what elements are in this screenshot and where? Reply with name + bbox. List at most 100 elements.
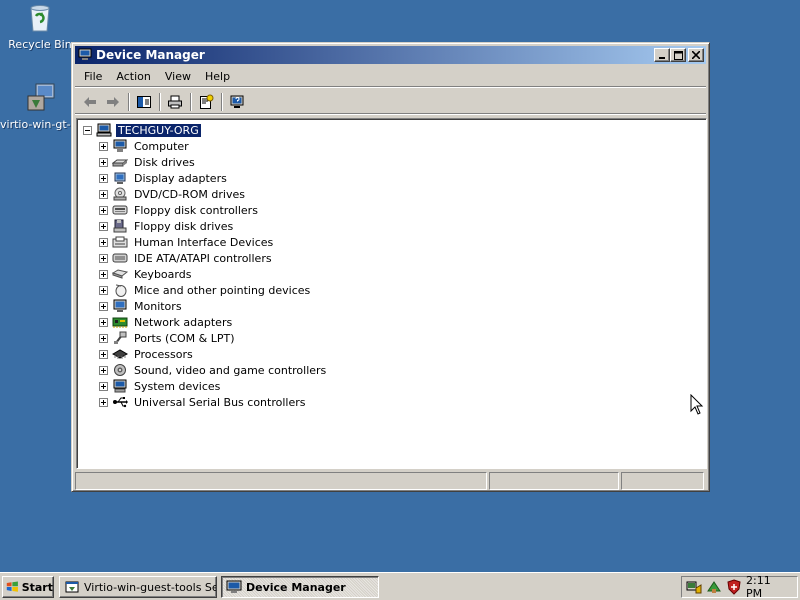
taskbar-button-virtio-setup[interactable]: Virtio-win-guest-tools Se... — [59, 576, 217, 598]
close-button[interactable] — [688, 48, 704, 62]
tree-item[interactable]: Ports (COM & LPT) — [99, 330, 328, 346]
expand-toggle[interactable] — [99, 333, 108, 343]
menu-file[interactable]: File — [77, 68, 109, 85]
device-manager-window[interactable]: Device Manager File Action View Help TEC… — [71, 42, 710, 492]
toolbar-separator — [190, 92, 192, 111]
tree-item-label: Computer — [134, 139, 189, 153]
tree-item[interactable]: Floppy disk drives — [99, 218, 328, 234]
keyboard-icon — [111, 267, 129, 281]
tree-item[interactable]: Floppy disk controllers — [99, 202, 328, 218]
tree-item[interactable]: Keyboards — [99, 266, 328, 282]
expand-toggle[interactable] — [99, 317, 108, 327]
expand-toggle[interactable] — [99, 205, 108, 215]
expand-toggle[interactable] — [99, 253, 108, 263]
tree-item[interactable]: Universal Serial Bus controllers — [99, 394, 328, 410]
installer-icon — [64, 579, 80, 595]
expand-toggle[interactable] — [99, 173, 108, 183]
security-shield-icon[interactable] — [726, 579, 742, 595]
expand-toggle[interactable] — [99, 157, 108, 167]
expand-toggle[interactable] — [99, 237, 108, 247]
tree-item[interactable]: Network adapters — [99, 314, 328, 330]
forward-icon — [107, 96, 119, 107]
device-tree-pane[interactable]: TECHGUY-ORG Computer Disk drives Display a… — [76, 118, 707, 469]
tree-item[interactable]: Sound, video and game controllers — [99, 362, 328, 378]
windows-logo-icon — [6, 581, 18, 592]
status-cell-2 — [489, 472, 619, 490]
tree-item-label: Processors — [134, 347, 193, 361]
tree-root-label: TECHGUY-ORG — [116, 123, 201, 137]
recycle-bin-icon — [24, 2, 56, 34]
expand-toggle[interactable] — [99, 365, 108, 375]
tree-item-label: Sound, video and game controllers — [134, 363, 327, 377]
arrow-tray-icon[interactable] — [706, 579, 722, 595]
expand-toggle[interactable] — [99, 349, 108, 359]
show-hide-console-tree-button[interactable] — [133, 92, 155, 112]
tree-item-label: Ports (COM & LPT) — [134, 331, 235, 345]
menu-help[interactable]: Help — [198, 68, 237, 85]
tree-root[interactable]: TECHGUY-ORG — [83, 122, 328, 138]
display-adapter-icon — [112, 171, 128, 185]
system-tray: 2:11 PM — [681, 574, 798, 600]
status-bar — [75, 472, 706, 490]
maximize-button[interactable] — [670, 48, 686, 62]
tree-item[interactable]: Disk drives — [99, 154, 328, 170]
expand-toggle[interactable] — [99, 189, 108, 199]
tree-item[interactable]: Processors — [99, 346, 328, 362]
tree-item[interactable]: System devices — [99, 378, 328, 394]
tree-item-label: DVD/CD-ROM drives — [134, 187, 245, 201]
tree-item[interactable]: Human Interface Devices — [99, 234, 328, 250]
start-label: Start — [21, 580, 53, 594]
desktop-icon-label: Recycle Bin — [8, 38, 72, 51]
expand-toggle[interactable] — [99, 269, 108, 279]
task-label: Virtio-win-guest-tools Se... — [84, 580, 217, 594]
mouse-icon — [112, 283, 128, 297]
desktop-icon-recycle-bin[interactable]: Recycle Bin — [0, 2, 80, 51]
minimize-button[interactable] — [654, 48, 670, 62]
close-icon — [692, 51, 700, 59]
help-icon — [230, 95, 244, 108]
start-button[interactable]: Start — [2, 576, 54, 598]
forward-button[interactable] — [102, 92, 124, 112]
taskbar: Start Virtio-win-guest-tools Se... Devic… — [0, 572, 800, 600]
status-cell-main — [75, 472, 487, 490]
properties-icon — [200, 94, 214, 109]
toolbar — [75, 90, 706, 114]
floppy-drive-icon — [112, 219, 128, 233]
taskbar-button-device-manager[interactable]: Device Manager — [221, 576, 379, 598]
tree-item[interactable]: DVD/CD-ROM drives — [99, 186, 328, 202]
computer-icon — [96, 123, 112, 137]
menu-action[interactable]: Action — [109, 68, 157, 85]
network-tray-icon[interactable] — [686, 579, 702, 595]
tree-item[interactable]: Mice and other pointing devices — [99, 282, 328, 298]
print-icon — [168, 95, 182, 108]
properties-button[interactable] — [195, 92, 217, 112]
show-hide-console-tree-icon — [137, 95, 151, 108]
floppy-controller-icon — [112, 203, 128, 217]
expand-toggle[interactable] — [99, 221, 108, 231]
expand-toggle[interactable] — [99, 381, 108, 391]
back-button[interactable] — [79, 92, 101, 112]
title-bar[interactable]: Device Manager — [75, 46, 706, 64]
help-button[interactable] — [226, 92, 248, 112]
toolbar-separator — [159, 92, 161, 111]
expand-toggle[interactable] — [99, 285, 108, 295]
tree-item[interactable]: IDE ATA/ATAPI controllers — [99, 250, 328, 266]
desktop-icon-virtio-installer[interactable]: virtio-win-gt-... — [0, 82, 81, 131]
tree-item-label: Mice and other pointing devices — [134, 283, 311, 297]
tree-item[interactable]: Monitors — [99, 298, 328, 314]
print-button[interactable] — [164, 92, 186, 112]
toolbar-separator — [128, 92, 130, 111]
back-icon — [84, 96, 96, 107]
tree-item[interactable]: Display adapters — [99, 170, 328, 186]
hid-icon — [112, 235, 128, 249]
tree-item-label: Network adapters — [134, 315, 233, 329]
expand-toggle[interactable] — [99, 301, 108, 311]
taskbar-clock: 2:11 PM — [746, 574, 771, 600]
collapse-toggle[interactable] — [83, 125, 92, 135]
expand-toggle[interactable] — [99, 141, 108, 151]
expand-toggle[interactable] — [99, 397, 108, 407]
tree-item[interactable]: Computer — [99, 138, 328, 154]
menu-view[interactable]: View — [158, 68, 198, 85]
port-icon — [112, 331, 128, 345]
tree-item-label: Disk drives — [134, 155, 195, 169]
